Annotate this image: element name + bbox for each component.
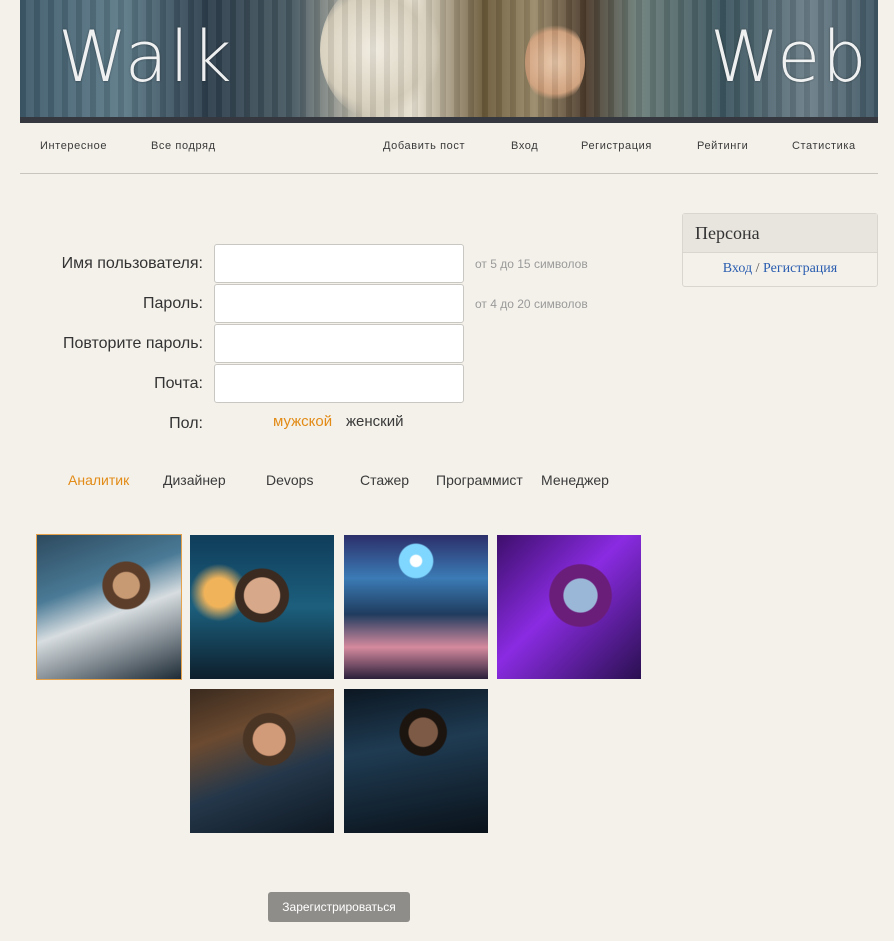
- nav-item-ratings[interactable]: Рейтинги: [697, 140, 748, 152]
- gender-option-male[interactable]: мужской: [273, 413, 332, 430]
- register-button[interactable]: Зарегистрироваться: [268, 892, 410, 922]
- class-tab-analyst[interactable]: Аналитик: [68, 472, 129, 488]
- username-hint: от 5 до 15 символов: [475, 257, 588, 271]
- sidebar-register-link[interactable]: Регистрация: [763, 261, 837, 276]
- nav-item-add-post[interactable]: Добавить пост: [383, 140, 465, 152]
- site-banner: Walk Web: [20, 0, 878, 118]
- persona-title: Персона: [683, 214, 877, 253]
- repeat-password-label: Повторите пароль:: [62, 335, 203, 352]
- banner-face-art: [320, 0, 440, 118]
- class-tab-intern[interactable]: Стажер: [360, 472, 409, 488]
- persona-links: Вход / Регистрация: [683, 253, 877, 277]
- class-tab-devops[interactable]: Devops: [266, 472, 313, 488]
- password-hint: от 4 до 20 символов: [475, 297, 588, 311]
- sidebar-login-link[interactable]: Вход: [723, 261, 752, 276]
- avatar-option[interactable]: [344, 535, 488, 679]
- email-input[interactable]: [214, 364, 464, 403]
- sidebar-link-separator: /: [755, 261, 760, 276]
- avatar-option[interactable]: [36, 534, 182, 680]
- repeat-password-input[interactable]: [214, 324, 464, 363]
- class-tab-programmer[interactable]: Программист: [436, 472, 523, 488]
- email-label: Почта:: [154, 375, 203, 392]
- avatar-option[interactable]: [190, 535, 334, 679]
- nav-item-all[interactable]: Все подряд: [151, 140, 216, 152]
- nav-item-statistics[interactable]: Статистика: [792, 140, 856, 152]
- banner-divider: [20, 117, 878, 123]
- gender-option-female[interactable]: женский: [346, 413, 403, 430]
- class-tab-designer[interactable]: Дизайнер: [163, 472, 226, 488]
- password-input[interactable]: [214, 284, 464, 323]
- username-label: Имя пользователя:: [61, 255, 203, 272]
- username-input[interactable]: [214, 244, 464, 283]
- nav-item-register[interactable]: Регистрация: [581, 140, 652, 152]
- nav-item-interesting[interactable]: Интересное: [40, 140, 107, 152]
- banner-title-right: Web: [710, 16, 869, 98]
- persona-panel: Персона Вход / Регистрация: [682, 213, 878, 287]
- nav-item-login[interactable]: Вход: [511, 140, 538, 152]
- banner-title-left: Walk: [58, 16, 234, 98]
- avatar-option[interactable]: [497, 535, 641, 679]
- password-label: Пароль:: [143, 295, 203, 312]
- avatar-option[interactable]: [190, 689, 334, 833]
- gender-label: Пол:: [169, 415, 203, 432]
- main-nav: Интересное Все подряд Добавить пост Вход…: [20, 124, 878, 174]
- class-tab-manager[interactable]: Менеджер: [541, 472, 609, 488]
- avatar-option[interactable]: [344, 689, 488, 833]
- banner-ear-art: [525, 20, 585, 105]
